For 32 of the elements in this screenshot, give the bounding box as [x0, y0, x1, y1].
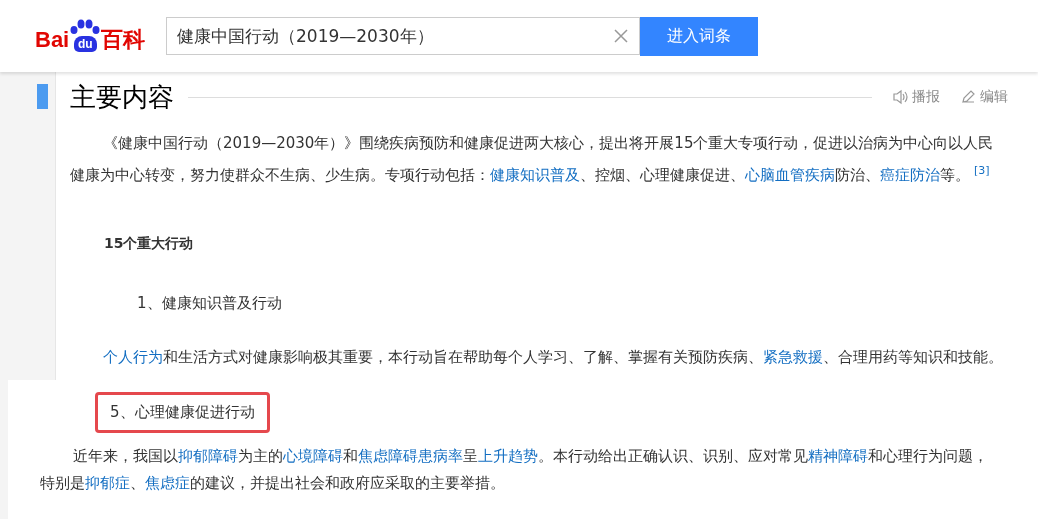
paragraph: 《健康中国行动（2019—2030年）》围绕疾病预防和健康促进两大核心，提出将开展15个重大专项行动，促进以治病为中心向以人民健康为中心转变，努力使群众不生病、少生病。专项行动包括：健康知识普及、控烟、心理健康促进、心脑血管疾病防治、癌症防治等。 $^{[3]}$	[70, 133, 995, 186]
section-marker	[37, 84, 48, 109]
speaker-icon	[892, 89, 908, 105]
logo-badge: du	[73, 36, 97, 52]
logo-text: Bai	[35, 28, 70, 52]
link[interactable]: 心境障碍	[283, 447, 343, 465]
link[interactable]: 上升趋势	[478, 447, 538, 465]
toolbar-button[interactable]: 播报	[892, 88, 940, 106]
subsection-heading: 15个重大行动	[104, 235, 195, 253]
pencil-icon	[960, 89, 976, 105]
link[interactable]: 焦虑障碍患病率	[358, 447, 463, 465]
item-heading: 1、健康知识普及行动	[136, 293, 283, 314]
link[interactable]: 心脑血管疾病	[745, 166, 835, 184]
paw-icon	[70, 19, 101, 35]
link[interactable]: 精神障碍	[808, 447, 868, 465]
close-icon[interactable]	[614, 29, 628, 43]
link[interactable]: 个人行为	[103, 348, 163, 366]
highlighted-heading: 5、心理健康促进行动	[95, 392, 270, 433]
search-field[interactable]: 健康中国行动（2019—2030年）	[166, 17, 640, 55]
link[interactable]: 焦虑症	[145, 474, 190, 492]
citation-link[interactable]: [3]	[974, 164, 990, 177]
link[interactable]: 抑郁障碍	[178, 447, 238, 465]
submit-button[interactable]: 进入词条	[640, 16, 758, 56]
section-title: 主要内容	[70, 80, 174, 114]
link[interactable]: 健康知识普及	[490, 166, 580, 184]
paragraph: 个人行为和生活方式对健康影响极其重要，本行动旨在帮助每个人学习、了解、掌握有关预防疾病、紧急救援、合理用药等知识和技能。	[102, 347, 1004, 368]
paragraph: 近年来，我国以抑郁障碍为主的心境障碍和焦虑障碍患病率呈上升趋势。本行动给出正确认识、识别、应对常见精神障碍和心理行为问题，特别是抑郁症、焦虑症的建议，并提出社会和政府应采取的主要举措。	[40, 446, 989, 494]
link[interactable]: 紧急救援	[763, 348, 823, 366]
link[interactable]: 癌症防治	[880, 166, 940, 184]
link[interactable]: 抑郁症	[85, 474, 130, 492]
logo-text: 百科	[101, 28, 146, 52]
toolbar-button[interactable]: 编辑	[960, 88, 1008, 106]
